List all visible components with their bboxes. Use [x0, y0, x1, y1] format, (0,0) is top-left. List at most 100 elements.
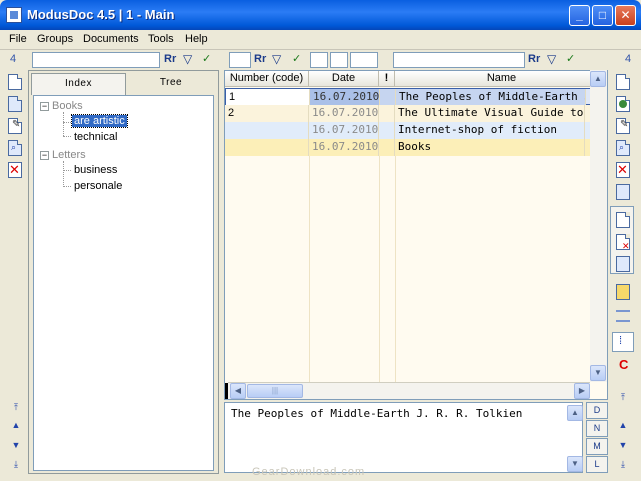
tree-view-icon[interactable]: ⁞: [612, 332, 634, 352]
cell-name: The Ultimate Visual Guide to Star: [395, 105, 585, 122]
tree-node-personale[interactable]: personale: [74, 180, 122, 192]
tree-connector: [63, 170, 71, 171]
column-header-flag[interactable]: !: [379, 71, 395, 87]
memo-scroll-up-icon[interactable]: ▲: [567, 405, 583, 421]
memo-text[interactable]: The Peoples of Middle-Earth J. R. R. Tol…: [231, 407, 522, 420]
grid-filter-input-3[interactable]: [330, 52, 348, 68]
list-icon[interactable]: [616, 310, 630, 322]
tree-filter-input[interactable]: [32, 52, 160, 68]
close-button[interactable]: ✕: [615, 5, 636, 26]
column-guide: [379, 156, 380, 399]
check-icon-3[interactable]: ✓: [566, 52, 575, 65]
tree-node-business[interactable]: business: [74, 164, 117, 176]
folder-icon[interactable]: [616, 284, 630, 300]
column-header-number[interactable]: Number (code): [225, 71, 309, 87]
app-icon[interactable]: [6, 7, 22, 23]
table-row[interactable]: 1 16.07.2010 The Peoples of Middle-Earth…: [225, 88, 607, 106]
tree-node-are-artistic[interactable]: are artistic: [71, 114, 128, 128]
globe-document-icon[interactable]: [616, 96, 630, 112]
move-top-icon[interactable]: ⤒: [10, 402, 22, 412]
grid-vertical-scrollbar[interactable]: ▲ ▼: [590, 70, 607, 382]
edit-document-icon[interactable]: ✎: [616, 118, 630, 134]
menu-tools[interactable]: Tools: [148, 33, 174, 45]
filter-icon-2[interactable]: ▽: [272, 52, 281, 66]
tree-node-letters[interactable]: Letters: [52, 149, 86, 161]
grid-filter-input-2[interactable]: [310, 52, 328, 68]
grid-horizontal-scrollbar[interactable]: ◀ ||| ▶: [225, 382, 590, 399]
properties-icon[interactable]: [616, 184, 630, 200]
collapse-letters-icon[interactable]: −: [40, 151, 49, 160]
column-header-name[interactable]: Name: [395, 71, 607, 87]
tree-connector: [63, 112, 64, 136]
tab-tree[interactable]: Tree: [126, 73, 216, 95]
filter-icon[interactable]: ▽: [183, 52, 192, 66]
memo-tab-m[interactable]: M: [586, 438, 608, 455]
menu-groups[interactable]: Groups: [37, 33, 73, 45]
scroll-up-icon[interactable]: ▲: [590, 71, 606, 87]
move-down-icon[interactable]: ▼: [10, 440, 22, 450]
case-toggle-2[interactable]: Rr: [254, 53, 266, 65]
collapse-books-icon[interactable]: −: [40, 102, 49, 111]
window-title: ModusDoc 4.5 | 1 - Main: [27, 7, 175, 22]
group-tree[interactable]: − Books are artistic technical − Letters…: [33, 95, 214, 471]
cell-date: 16.07.2010: [309, 105, 379, 122]
filter-strip: 4 Rr ▽ ✓ Rr ▽ ✓ Rr ▽ ✓ 4: [0, 49, 641, 69]
memo-scroll-down-icon[interactable]: ▼: [567, 456, 583, 472]
doc-move-bottom-icon[interactable]: ⤓: [617, 459, 629, 469]
menu-help[interactable]: Help: [185, 33, 208, 45]
scroll-down-icon[interactable]: ▼: [590, 365, 606, 381]
new-document-icon[interactable]: [616, 74, 630, 90]
cell-flag: [379, 139, 395, 156]
find-group-icon[interactable]: ⌕: [8, 140, 22, 156]
name-filter-input[interactable]: [393, 52, 525, 68]
table-row[interactable]: 16.07.2010 Books: [225, 139, 607, 156]
tree-node-books[interactable]: Books: [52, 100, 83, 112]
document-grid[interactable]: Number (code) Date ! Name 1 16.07.2010 T…: [224, 70, 608, 400]
table-row[interactable]: 2 16.07.2010 The Ultimate Visual Guide t…: [225, 105, 607, 122]
left-count: 4: [10, 53, 17, 65]
clear-button[interactable]: C: [619, 357, 628, 372]
menu-documents[interactable]: Documents: [83, 33, 139, 45]
cell-flag: [379, 122, 395, 139]
maximize-button[interactable]: □: [592, 5, 613, 26]
check-icon[interactable]: ✓: [202, 52, 211, 65]
grid-filter-input-4[interactable]: [350, 52, 378, 68]
new-group-icon[interactable]: [8, 74, 22, 90]
filter-icon-3[interactable]: ▽: [547, 52, 556, 66]
tree-connector: [63, 122, 71, 123]
copy-document-icon[interactable]: [616, 212, 630, 228]
check-icon-2[interactable]: ✓: [292, 52, 301, 65]
find-document-icon[interactable]: ⌕: [616, 140, 630, 156]
delete-group-icon[interactable]: [8, 162, 22, 178]
tab-index[interactable]: Index: [31, 73, 126, 95]
edit-group-icon[interactable]: ✎: [8, 118, 22, 134]
scroll-thumb[interactable]: |||: [247, 384, 303, 398]
table-row[interactable]: 16.07.2010 Internet-shop of fiction: [225, 122, 607, 139]
doc-move-down-icon[interactable]: ▼: [617, 440, 629, 450]
cell-number: 1: [226, 89, 310, 106]
grid-filter-input-1[interactable]: [229, 52, 251, 68]
memo-tab-d[interactable]: D: [586, 402, 608, 419]
save-icon[interactable]: [616, 256, 630, 272]
memo-tab-l[interactable]: L: [586, 456, 608, 473]
row-indicator: [225, 383, 228, 399]
doc-move-up-icon[interactable]: ▲: [617, 420, 629, 430]
case-toggle-3[interactable]: Rr: [528, 53, 540, 65]
menu-file[interactable]: File: [9, 33, 27, 45]
move-bottom-icon[interactable]: ⤓: [10, 459, 22, 469]
doc-move-top-icon[interactable]: ⤒: [617, 392, 629, 402]
tree-node-technical[interactable]: technical: [74, 131, 117, 143]
delete-document-icon[interactable]: [616, 162, 630, 178]
move-document-icon[interactable]: ✕: [616, 234, 630, 251]
minimize-button[interactable]: _: [569, 5, 590, 26]
title-bar[interactable]: ModusDoc 4.5 | 1 - Main _ □ ✕: [0, 0, 641, 30]
memo-box[interactable]: The Peoples of Middle-Earth J. R. R. Tol…: [224, 402, 583, 473]
scroll-right-icon[interactable]: ▶: [574, 383, 590, 399]
move-up-icon[interactable]: ▲: [10, 420, 22, 430]
scroll-left-icon[interactable]: ◀: [230, 383, 246, 399]
copy-group-icon[interactable]: [8, 96, 22, 112]
cell-date: 16.07.2010: [310, 89, 380, 106]
memo-tab-n[interactable]: N: [586, 420, 608, 437]
column-header-date[interactable]: Date: [309, 71, 379, 87]
case-toggle[interactable]: Rr: [164, 53, 176, 65]
